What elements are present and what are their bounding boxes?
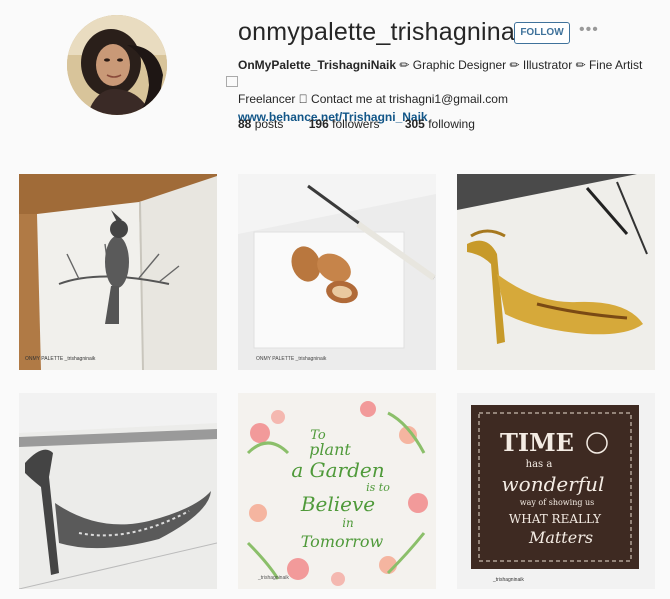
post-watermark: _trishagninaik — [257, 575, 289, 581]
post-watermark: _trishagninaik — [492, 577, 524, 583]
post-thumbnail-lettering[interactable]: TIME has a wonderful way of showing us W… — [457, 393, 655, 589]
lettering-line-1: TIME — [500, 428, 574, 457]
bio-name: OnMyPalette_TrishagniNaik — [238, 58, 397, 72]
profile-bio: OnMyPalette_TrishagniNaik ✏ Graphic Desi… — [238, 57, 648, 126]
lettering-line-2: has a — [526, 459, 553, 470]
post-thumbnail-bird-sketch[interactable]: ONMY PALETTE _trishagninaik — [19, 174, 217, 370]
more-options-icon[interactable]: ••• — [579, 22, 599, 38]
lettering-line-3: wonderful — [502, 472, 605, 496]
posts-stat: 88 posts — [238, 117, 283, 131]
quote-line-5: Believe — [300, 492, 375, 516]
lettering-line-5: WHAT REALLY — [509, 512, 602, 526]
profile-stats: 88 posts 196 followers 305 following — [238, 117, 497, 131]
post-watermark: ONMY PALETTE _trishagninaik — [256, 356, 327, 362]
profile-avatar — [67, 15, 167, 115]
followers-stat[interactable]: 196 followers — [309, 117, 380, 131]
following-count: 305 — [404, 117, 425, 131]
following-label: following — [428, 117, 475, 131]
lettering-line-4: way of showing us — [520, 498, 595, 507]
quote-line-7: Tomorrow — [301, 532, 384, 551]
bio-text-line1: ✏ Graphic Designer ✏ Illustrator ✏ Fine … — [399, 58, 643, 72]
follow-button[interactable]: FOLLOW — [514, 22, 570, 44]
lettering-line-6: Matters — [528, 528, 593, 547]
posts-label: posts — [254, 117, 284, 131]
bio-text-line2: Freelancer ⃞ Contact me at trishagni1@gm… — [238, 92, 508, 106]
following-stat[interactable]: 305 following — [405, 117, 475, 131]
post-thumbnail-gold-heel[interactable] — [457, 174, 655, 370]
followers-label: followers — [332, 117, 380, 131]
quote-line-2: plant — [309, 440, 351, 459]
profile-username: onmypalette_trishagninaik — [238, 18, 534, 46]
post-thumbnail-floral-quote[interactable]: To plant a Garden is to Believe in Tomor… — [238, 393, 436, 589]
followers-count: 196 — [308, 117, 329, 131]
post-thumbnail-heel-sketch[interactable] — [19, 393, 217, 589]
quote-line-6: in — [342, 516, 354, 530]
posts-count: 88 — [238, 117, 252, 131]
quote-line-3: a Garden — [291, 458, 384, 482]
post-thumbnail-almonds[interactable]: ONMY PALETTE _trishagninaik — [238, 174, 436, 370]
post-watermark: ONMY PALETTE _trishagninaik — [25, 356, 96, 362]
